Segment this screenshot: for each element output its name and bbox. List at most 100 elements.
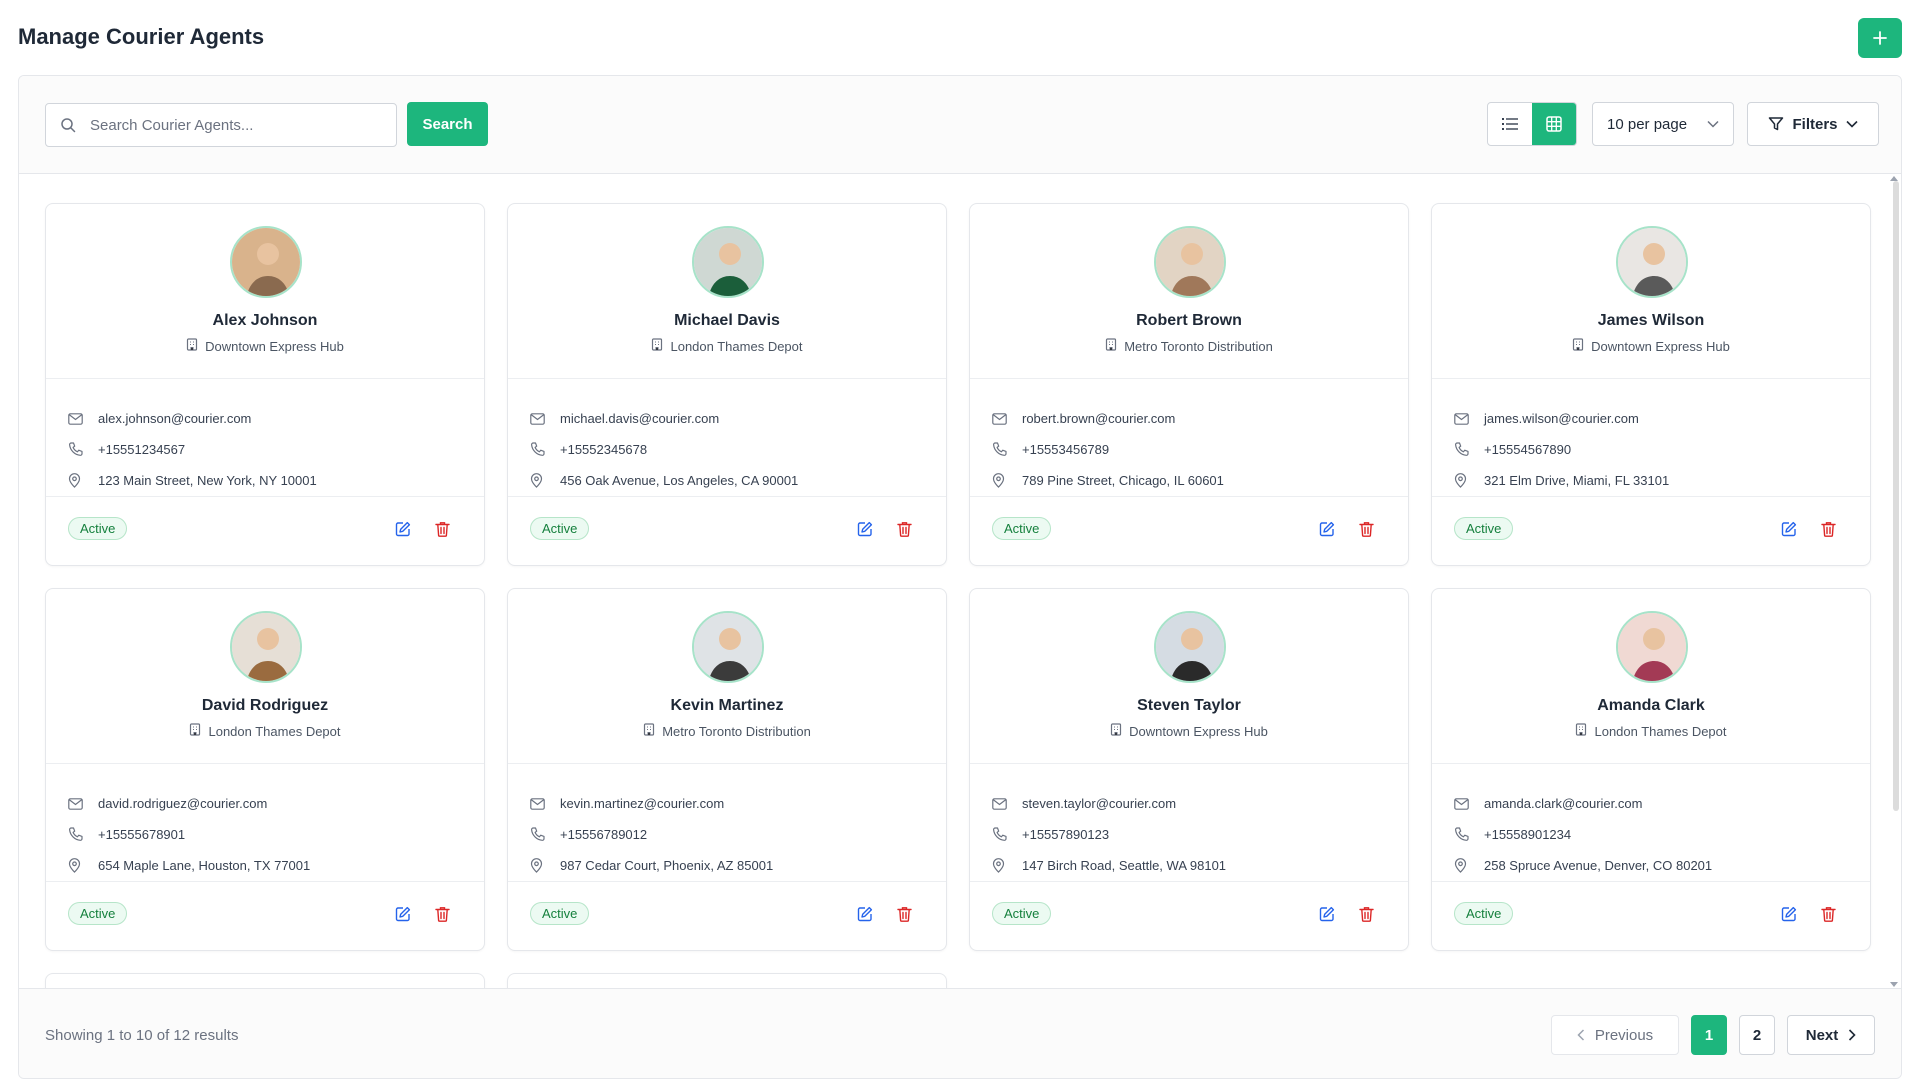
search-button[interactable]: Search: [407, 102, 488, 146]
chevron-down-icon: [1845, 120, 1858, 128]
agent-address: 654 Maple Lane, Houston, TX 77001: [98, 858, 311, 873]
agent-card-header: David Rodriguez London Thames Depot: [46, 589, 484, 764]
agent-address-row: 258 Spruce Avenue, Denver, CO 80201: [1432, 850, 1870, 881]
per-page-select[interactable]: 10 per page: [1592, 102, 1734, 146]
agent-phone: +15558901234: [1484, 827, 1572, 842]
scrollbar[interactable]: [1893, 181, 1899, 811]
mail-icon: [1454, 797, 1484, 810]
add-agent-button[interactable]: [1858, 18, 1902, 58]
per-page-value: 10 per page: [1607, 115, 1688, 133]
depot-label: Downtown Express Hub: [1129, 723, 1268, 739]
trash-icon[interactable]: [435, 521, 450, 542]
building-icon: [643, 723, 655, 739]
agent-card-footer: Active: [970, 497, 1408, 565]
list-view-button[interactable]: [1488, 103, 1532, 145]
depot-label: London Thames Depot: [670, 338, 803, 354]
grid-view-button[interactable]: [1532, 103, 1576, 145]
edit-icon[interactable]: [857, 906, 873, 927]
agent-card: Steven Taylor Downtown Express Hub steve…: [969, 588, 1409, 951]
agent-email-row: alex.johnson@courier.com: [46, 403, 484, 434]
results-summary: Showing 1 to 10 of 12 results: [45, 1027, 239, 1044]
agent-contact-info: amanda.clark@courier.com +15558901234 25…: [1432, 764, 1870, 882]
page-title: Manage Courier Agents: [18, 24, 265, 49]
building-icon: [189, 723, 201, 739]
agent-contact-info: david.rodriguez@courier.com +15555678901…: [46, 764, 484, 882]
search-box: [45, 103, 397, 147]
agent-email-row: amanda.clark@courier.com: [1432, 788, 1870, 819]
previous-page-button[interactable]: Previous: [1551, 1015, 1679, 1055]
grid-icon: [1546, 116, 1562, 132]
avatar: [1616, 611, 1688, 683]
edit-icon[interactable]: [1781, 521, 1797, 542]
avatar: [230, 226, 302, 298]
agent-email-row: david.rodriguez@courier.com: [46, 788, 484, 819]
agent-card-footer: Active: [1432, 497, 1870, 565]
scroll-down-arrow[interactable]: [1890, 982, 1898, 987]
agent-phone: +15557890123: [1022, 827, 1110, 842]
trash-icon[interactable]: [1821, 906, 1836, 927]
building-icon: [1575, 723, 1587, 739]
agent-address: 789 Pine Street, Chicago, IL 60601: [1022, 473, 1224, 488]
depot-label: Metro Toronto Distribution: [1124, 338, 1273, 354]
agent-name: Steven Taylor: [1137, 697, 1241, 714]
phone-icon: [68, 442, 98, 457]
agent-card-footer: Active: [46, 882, 484, 950]
phone-icon: [530, 442, 560, 457]
agent-depot: Metro Toronto Distribution: [970, 338, 1408, 354]
agent-card-footer: Active: [1432, 882, 1870, 950]
status-badge: Active: [530, 902, 590, 925]
agent-email: alex.johnson@courier.com: [98, 411, 252, 426]
next-page-button[interactable]: Next: [1787, 1015, 1875, 1055]
location-pin-icon: [68, 858, 98, 873]
next-label: Next: [1805, 1026, 1839, 1044]
agent-phone-row: +15552345678: [508, 434, 946, 465]
agent-name: Robert Brown: [1136, 312, 1242, 329]
edit-icon[interactable]: [395, 521, 411, 542]
filters-button[interactable]: Filters: [1747, 102, 1879, 146]
agent-card: Amanda Clark London Thames Depot amanda.…: [1431, 588, 1871, 951]
agent-address-row: 456 Oak Avenue, Los Angeles, CA 90001: [508, 465, 946, 496]
edit-icon[interactable]: [1319, 906, 1335, 927]
chevron-left-icon: [1577, 1029, 1584, 1041]
page-button-1[interactable]: 1: [1691, 1015, 1727, 1055]
agent-email-row: robert.brown@courier.com: [970, 403, 1408, 434]
status-badge: Active: [992, 517, 1052, 540]
agent-phone-row: +15556789012: [508, 819, 946, 850]
chevron-down-icon: [1707, 120, 1719, 128]
trash-icon[interactable]: [1359, 906, 1374, 927]
trash-icon[interactable]: [1821, 521, 1836, 542]
agent-email: steven.taylor@courier.com: [1022, 796, 1177, 811]
edit-icon[interactable]: [1319, 521, 1335, 542]
agent-address: 456 Oak Avenue, Los Angeles, CA 90001: [560, 473, 799, 488]
mail-icon: [1454, 412, 1484, 425]
agent-card-header: Amanda Clark London Thames Depot: [1432, 589, 1870, 764]
trash-icon[interactable]: [435, 906, 450, 927]
edit-icon[interactable]: [395, 906, 411, 927]
agent-email: james.wilson@courier.com: [1484, 411, 1639, 426]
edit-icon[interactable]: [1781, 906, 1797, 927]
page-button-2[interactable]: 2: [1739, 1015, 1775, 1055]
trash-icon[interactable]: [1359, 521, 1374, 542]
agent-card-footer: Active: [46, 497, 484, 565]
agent-depot: London Thames Depot: [508, 338, 946, 354]
agent-card-footer: Active: [508, 497, 946, 565]
mail-icon: [530, 797, 560, 810]
status-badge: Active: [1454, 902, 1514, 925]
agent-card-header: Kevin Martinez Metro Toronto Distributio…: [508, 589, 946, 764]
avatar: [692, 226, 764, 298]
edit-icon[interactable]: [857, 521, 873, 542]
previous-label: Previous: [1594, 1026, 1654, 1044]
agent-card-header: James Wilson Downtown Express Hub: [1432, 204, 1870, 379]
agent-address-row: 654 Maple Lane, Houston, TX 77001: [46, 850, 484, 881]
agent-email-row: michael.davis@courier.com: [508, 403, 946, 434]
depot-label: Downtown Express Hub: [205, 338, 344, 354]
agent-card-header: Alex Johnson Downtown Express Hub: [46, 204, 484, 379]
agent-address-row: 321 Elm Drive, Miami, FL 33101: [1432, 465, 1870, 496]
trash-icon[interactable]: [897, 906, 912, 927]
phone-icon: [68, 827, 98, 842]
agent-card: David Rodriguez London Thames Depot davi…: [45, 588, 485, 951]
search-input[interactable]: [90, 116, 380, 134]
phone-icon: [992, 827, 1022, 842]
agent-card: James Wilson Downtown Express Hub james.…: [1431, 203, 1871, 566]
trash-icon[interactable]: [897, 521, 912, 542]
